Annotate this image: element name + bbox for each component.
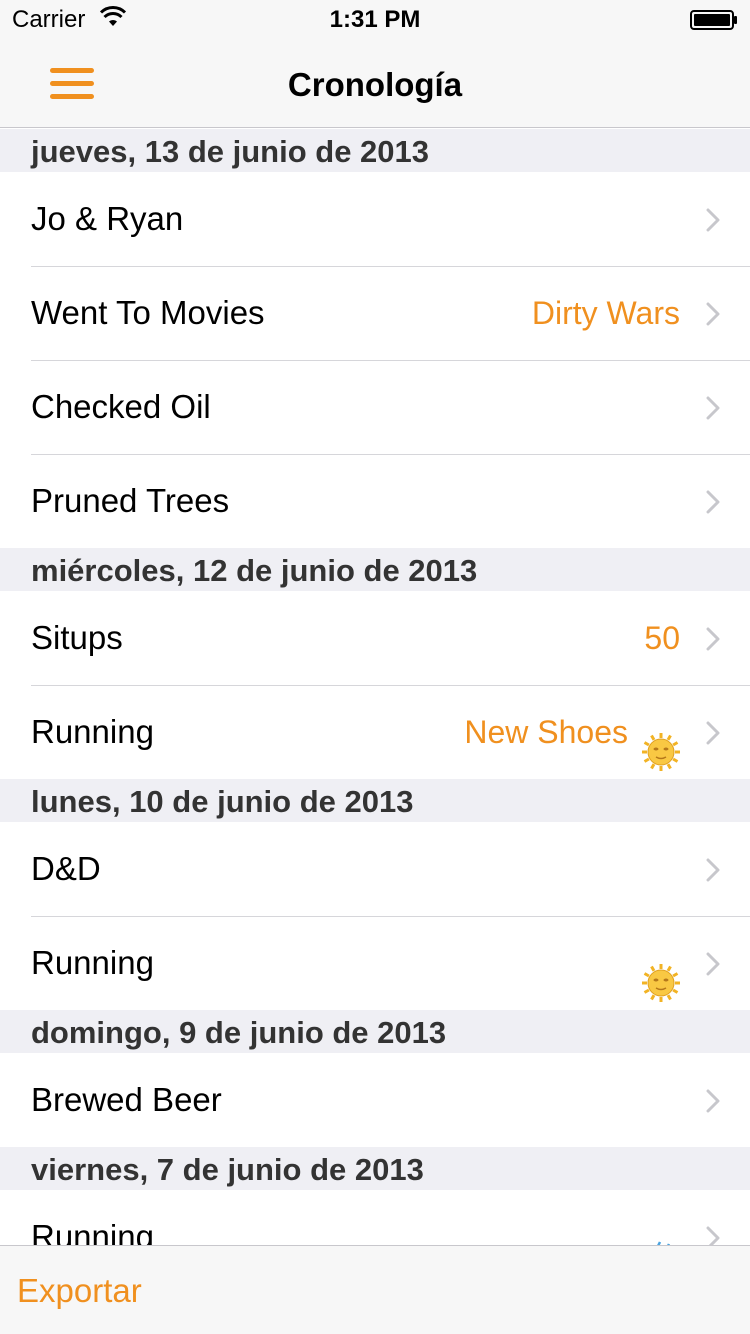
list-item[interactable]: Running (0, 916, 750, 1010)
list-item-detail (628, 916, 680, 1010)
section-header: domingo, 9 de junio de 2013 (0, 1010, 750, 1053)
section-cells: Brewed Beer (0, 1053, 750, 1147)
chevron-right-icon (706, 721, 720, 745)
list-item[interactable]: Pruned Trees (0, 454, 750, 548)
list-item-detail: New Shoes (464, 685, 680, 779)
export-button[interactable]: Exportar (17, 1272, 142, 1310)
chevron-right-icon (706, 858, 720, 882)
list-item-detail-text: Dirty Wars (531, 295, 680, 331)
chevron-right-icon (706, 1226, 720, 1245)
list-item-detail: Dirty Wars (532, 266, 680, 360)
chevron-right-icon (706, 490, 720, 514)
list-item[interactable]: Jo & Ryan (0, 172, 750, 266)
list-item-detail-text: 50 (644, 620, 680, 656)
rain-cloud-icon (642, 1218, 680, 1245)
chevron-right-icon (706, 396, 720, 420)
section-cells: Jo & Ryan Went To Movies Dirty Wars Check… (0, 172, 750, 548)
chevron-right-icon (706, 302, 720, 326)
bottom-toolbar: Exportar (0, 1245, 750, 1334)
chevron-right-icon (706, 1089, 720, 1113)
list-item-title: Pruned Trees (31, 482, 230, 519)
list-item-title: Went To Movies (31, 294, 265, 331)
list-item[interactable]: Running New Shoes (0, 685, 750, 779)
list-item-title: Running (31, 1218, 154, 1245)
sun-icon (642, 713, 680, 771)
list-item-title: Brewed Beer (31, 1081, 222, 1118)
list-item-title: Running (31, 713, 154, 750)
list-item[interactable]: Went To Movies Dirty Wars (0, 266, 750, 360)
list-item-detail: 50 (644, 591, 680, 685)
battery-icon (690, 10, 737, 30)
list-item-detail-text: New Shoes (464, 714, 628, 750)
page-title: Cronología (287, 66, 463, 103)
list-item-title: Jo & Ryan (31, 200, 184, 237)
section-header: miércoles, 12 de junio de 2013 (0, 548, 750, 591)
list-item-title: Running (31, 944, 154, 981)
section-cells: Running (0, 1190, 750, 1245)
status-bar: Carrier 1:31 PM (0, 0, 750, 40)
section-header: jueves, 13 de junio de 2013 (0, 129, 750, 172)
list-item[interactable]: Situps 50 (0, 591, 750, 685)
list-item[interactable]: Checked Oil (0, 360, 750, 454)
chevron-right-icon (706, 208, 720, 232)
list-item[interactable]: Running (0, 1190, 750, 1245)
navigation-bar: Cronología (0, 40, 750, 128)
section-header: lunes, 10 de junio de 2013 (0, 779, 750, 822)
section-cells: Situps 50 Running New Shoes (0, 591, 750, 779)
section-cells: D&D Running (0, 822, 750, 1010)
clock: 1:31 PM (329, 6, 421, 33)
timeline-list[interactable]: jueves, 13 de junio de 2013 Jo & Ryan Wen… (0, 129, 750, 1245)
list-item[interactable]: Brewed Beer (0, 1053, 750, 1147)
list-item-title: D&D (31, 850, 101, 887)
list-item[interactable]: D&D (0, 822, 750, 916)
list-item-detail (628, 1190, 680, 1245)
list-item-title: Situps (31, 619, 123, 656)
section-header: viernes, 7 de junio de 2013 (0, 1147, 750, 1190)
chevron-right-icon (706, 952, 720, 976)
sun-icon (642, 944, 680, 1002)
list-item-title: Checked Oil (31, 388, 211, 425)
chevron-right-icon (706, 627, 720, 651)
